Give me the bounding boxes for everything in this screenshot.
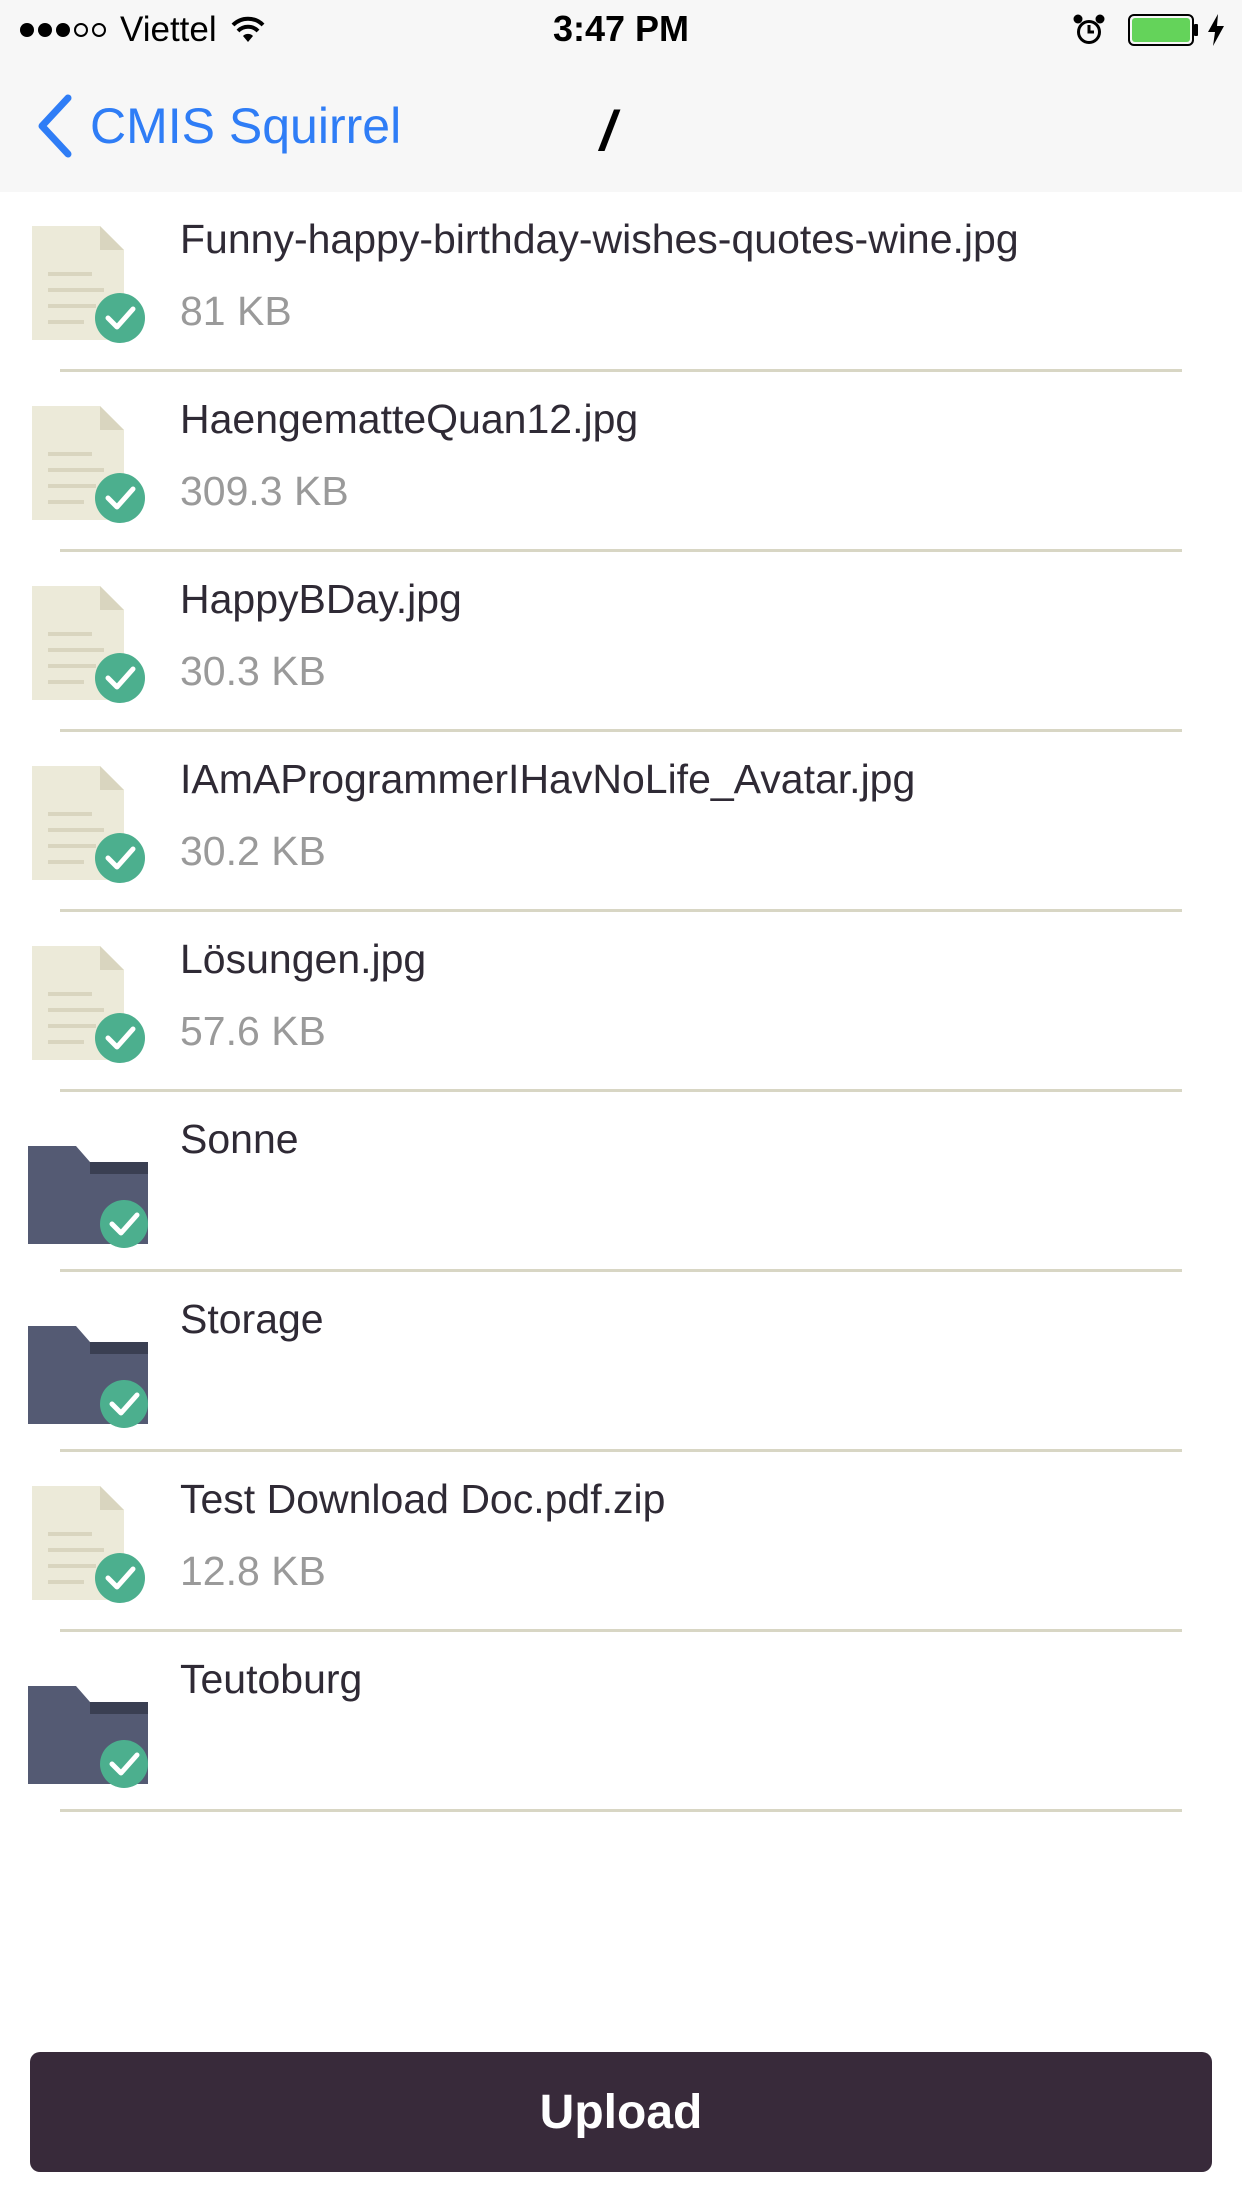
item-name: Storage xyxy=(180,1296,324,1342)
item-name: Funny-happy-birthday-wishes-quotes-wine.… xyxy=(180,216,1019,262)
file-list-item[interactable]: HappyBDay.jpg 30.3 KB xyxy=(0,552,1242,732)
item-name: Sonne xyxy=(180,1116,299,1162)
item-name: HaengematteQuan12.jpg xyxy=(180,396,639,442)
item-size: 81 KB xyxy=(180,288,292,334)
battery-icon xyxy=(1128,14,1198,46)
folder-synced-icon xyxy=(28,1300,152,1428)
item-name: HappyBDay.jpg xyxy=(180,576,462,622)
item-size: 57.6 KB xyxy=(180,1008,326,1054)
chevron-left-icon xyxy=(38,94,72,158)
page-title: / xyxy=(600,99,616,162)
navigation-bar: CMIS Squirrel / xyxy=(0,60,1242,192)
divider xyxy=(60,1809,1182,1812)
folder-synced-icon xyxy=(28,1120,152,1248)
folder-list-item[interactable]: Sonne xyxy=(0,1092,1242,1272)
folder-list-item[interactable]: Teutoburg xyxy=(0,1632,1242,1812)
file-list-item[interactable]: Lösungen.jpg 57.6 KB xyxy=(0,912,1242,1092)
file-list-item[interactable]: Test Download Doc.pdf.zip 12.8 KB xyxy=(0,1452,1242,1632)
document-synced-icon xyxy=(28,220,152,348)
back-label: CMIS Squirrel xyxy=(90,98,402,154)
folder-list-item[interactable]: Storage xyxy=(0,1272,1242,1452)
file-list-item[interactable]: HaengematteQuan12.jpg 309.3 KB xyxy=(0,372,1242,552)
upload-label: Upload xyxy=(539,2085,703,2139)
file-list-item[interactable]: IAmAProgrammerIHavNoLife_Avatar.jpg 30.2 … xyxy=(0,732,1242,912)
item-size: 12.8 KB xyxy=(180,1548,326,1594)
item-name: Teutoburg xyxy=(180,1656,363,1702)
document-synced-icon xyxy=(28,1480,152,1608)
status-time: 3:47 PM xyxy=(552,8,690,49)
item-size: 30.2 KB xyxy=(180,828,326,874)
item-name: Lösungen.jpg xyxy=(180,936,427,982)
item-name: Test Download Doc.pdf.zip xyxy=(180,1476,666,1522)
charging-icon xyxy=(1208,14,1224,46)
document-synced-icon xyxy=(28,580,152,708)
item-size: 30.3 KB xyxy=(180,648,326,694)
document-synced-icon xyxy=(28,760,152,888)
document-synced-icon xyxy=(28,940,152,1068)
document-synced-icon xyxy=(28,400,152,528)
folder-synced-icon xyxy=(28,1660,152,1788)
status-bar: Viettel 3:47 PM xyxy=(0,0,1242,60)
file-list: Funny-happy-birthday-wishes-quotes-wine.… xyxy=(0,192,1242,1812)
item-name: IAmAProgrammerIHavNoLife_Avatar.jpg xyxy=(180,756,916,802)
item-size: 309.3 KB xyxy=(180,468,349,514)
alarm-icon xyxy=(1073,14,1105,44)
back-button[interactable]: CMIS Squirrel xyxy=(34,90,401,162)
upload-button[interactable]: Upload xyxy=(30,2052,1212,2172)
status-right xyxy=(1072,12,1226,48)
file-list-item[interactable]: Funny-happy-birthday-wishes-quotes-wine.… xyxy=(0,192,1242,372)
